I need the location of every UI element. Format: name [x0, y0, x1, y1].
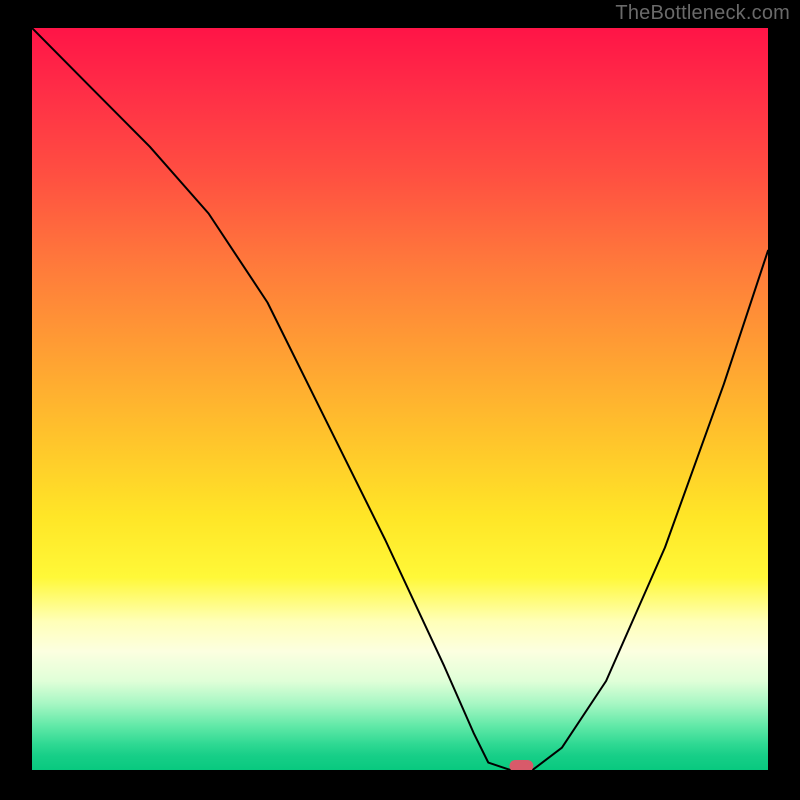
optimal-point-marker: [509, 760, 533, 770]
watermark-text: TheBottleneck.com: [615, 2, 790, 25]
bottleneck-curve: [32, 28, 768, 770]
plot-area: [32, 28, 768, 770]
chart-frame: TheBottleneck.com: [0, 0, 800, 800]
line-series-path: [32, 28, 768, 770]
